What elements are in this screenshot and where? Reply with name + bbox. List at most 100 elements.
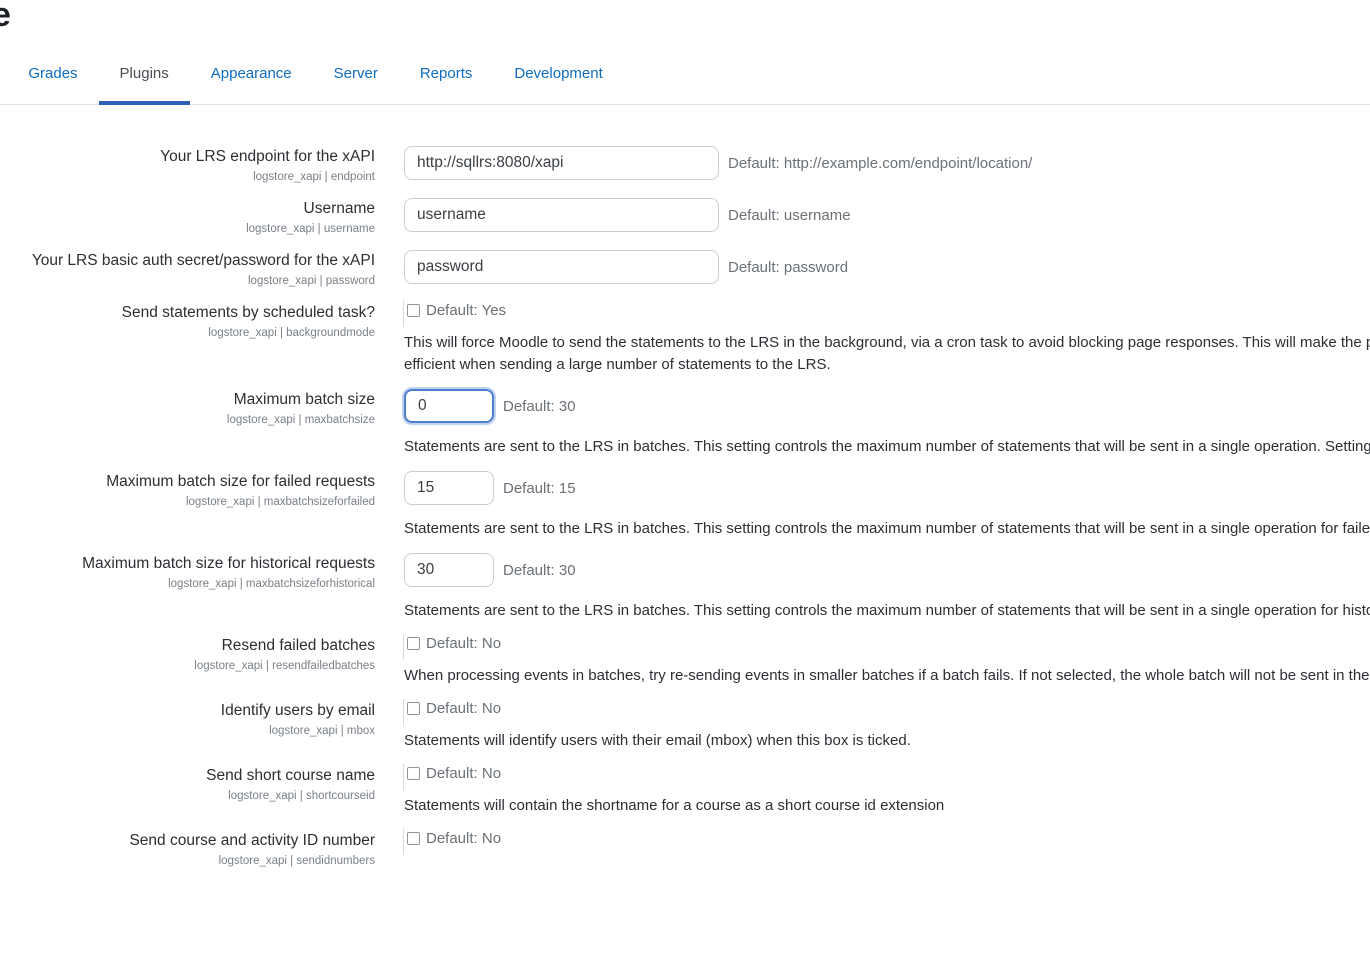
setting-row-username: Username logstore_xapi | username Default:… (0, 198, 1370, 237)
setting-row-endpoint: Your LRS endpoint for the xAPI logstore_x… (0, 146, 1370, 185)
checkbox-backgroundmode[interactable] (407, 304, 420, 317)
setting-key: logstore_xapi | maxbatchsizeforfailed (185, 496, 375, 508)
setting-control-line: Default: username (404, 198, 1370, 232)
setting-control-col: Default: No (375, 829, 1370, 855)
tab-server[interactable]: Server (313, 56, 399, 105)
checkbox-wrapper (403, 764, 420, 790)
tab-grades[interactable]: Grades (7, 56, 98, 105)
tab-development[interactable]: Development (493, 56, 623, 105)
setting-control-col: Default: username (375, 198, 1370, 232)
default-value-text: Default: password (728, 258, 849, 276)
checkbox-resendfailedbatches[interactable] (407, 637, 420, 650)
default-value-text: Default: No (426, 765, 502, 782)
setting-row-resendfailedbatches: Resend failed batches logstore_xapi | res… (0, 634, 1370, 687)
setting-control-col: Default: No Statements will contain the s… (375, 764, 1370, 817)
setting-key: logstore_xapi | password (248, 275, 375, 287)
setting-label-col: Send short course name logstore_xapi | sh… (0, 765, 375, 804)
setting-description: Statements will contain the shortname fo… (404, 797, 945, 814)
setting-label-col: Maximum batch size logstore_xapi | maxbat… (0, 389, 375, 428)
admin-settings-page: e rsesGradesPluginsAppearanceServerRepor… (0, 0, 1370, 967)
setting-control-line: Default: 15 (404, 471, 1370, 505)
tab-appearance[interactable]: Appearance (190, 56, 313, 105)
input-maxbatchsizeforfailed[interactable] (404, 471, 494, 505)
checkbox-sendidnumbers[interactable] (407, 832, 420, 845)
default-value-text: Default: No (426, 635, 502, 652)
setting-key: logstore_xapi | mbox (269, 725, 375, 737)
setting-label: Identify users by email (220, 702, 375, 719)
setting-row-maxbatchsize: Maximum batch size logstore_xapi | maxbat… (0, 389, 1370, 458)
input-maxbatchsizeforhistorical[interactable] (404, 553, 494, 587)
setting-row-maxbatchsizeforfailed: Maximum batch size for failed requests lo… (0, 471, 1370, 540)
default-value-text: Default: 15 (503, 479, 576, 497)
input-endpoint[interactable] (404, 146, 719, 180)
tab-plugins[interactable]: Plugins (98, 56, 190, 105)
setting-description: Statements are sent to the LRS in batche… (404, 602, 1370, 619)
tab-courses[interactable]: rses (0, 56, 7, 105)
setting-label: Send course and activity ID number (129, 832, 375, 849)
setting-label-col: Your LRS endpoint for the xAPI logstore_x… (0, 146, 375, 185)
default-value-text: Default: No (426, 700, 502, 717)
default-value-text: Default: No (426, 830, 502, 847)
setting-description: Statements are sent to the LRS in batche… (404, 520, 1370, 537)
setting-row-maxbatchsizeforhistorical: Maximum batch size for historical reques… (0, 553, 1370, 622)
checkbox-wrapper (403, 829, 420, 855)
setting-key: logstore_xapi | endpoint (253, 171, 375, 183)
row-spacer (0, 752, 1370, 765)
row-spacer (0, 185, 1370, 198)
row-spacer (0, 869, 1370, 882)
setting-description: Statements will identify users with thei… (404, 732, 911, 749)
setting-label-col: Resend failed batches logstore_xapi | res… (0, 635, 375, 674)
setting-control-col: Default: password (375, 250, 1370, 284)
setting-control-col: Default: Yes This will force Moodle to se… (375, 301, 1370, 376)
setting-label: Maximum batch size for failed requests (106, 473, 375, 490)
setting-key: logstore_xapi | username (246, 223, 375, 235)
setting-row-sendidnumbers: Send course and activity ID number logsto… (0, 829, 1370, 869)
setting-label-col: Username logstore_xapi | username (0, 198, 375, 237)
setting-row-password: Your LRS basic auth secret/password for … (0, 250, 1370, 289)
setting-label: Send statements by scheduled task? (121, 304, 375, 321)
default-value-text: Default: http://example.com/endpoint/loc… (728, 154, 1033, 172)
setting-key: logstore_xapi | maxbatchsizeforhistorica… (168, 578, 375, 590)
setting-row-mbox: Identify users by email logstore_xapi | m… (0, 699, 1370, 752)
setting-control-line: Default: password (404, 250, 1370, 284)
setting-control-line: Default: No (403, 699, 1370, 725)
setting-key: logstore_xapi | backgroundmode (208, 327, 375, 339)
setting-key: logstore_xapi | maxbatchsize (226, 414, 375, 426)
settings-form: Your LRS endpoint for the xAPI logstore_x… (0, 146, 1370, 882)
row-spacer (0, 687, 1370, 700)
setting-control-col: Default: 30 Statements are sent to the LR… (375, 389, 1370, 458)
setting-key: logstore_xapi | sendidnumbers (218, 855, 375, 867)
setting-label-col: Maximum batch size for historical reques… (0, 553, 375, 592)
setting-label: Maximum batch size (233, 391, 375, 408)
row-spacer (0, 622, 1370, 635)
setting-control-line: Default: 30 (404, 553, 1370, 587)
setting-control-line: Default: No (403, 764, 1370, 790)
setting-key: logstore_xapi | resendfailedbatches (194, 660, 375, 672)
tab-reports[interactable]: Reports (399, 56, 494, 105)
checkbox-wrapper (403, 301, 420, 327)
setting-control-line: Default: Yes (403, 301, 1370, 327)
admin-nav-tabs: rsesGradesPluginsAppearanceServerReports… (0, 56, 1370, 105)
input-username[interactable] (404, 198, 719, 232)
setting-label-col: Identify users by email logstore_xapi | m… (0, 700, 375, 739)
setting-row-backgroundmode: Send statements by scheduled task? logsto… (0, 301, 1370, 376)
setting-control-line: Default: No (403, 829, 1370, 855)
checkbox-mbox[interactable] (407, 702, 420, 715)
checkbox-shortcourseid[interactable] (407, 767, 420, 780)
setting-description: When processing events in batches, try r… (404, 667, 1370, 684)
default-value-text: Default: 30 (503, 397, 576, 415)
input-password[interactable] (404, 250, 719, 284)
setting-control-line: Default: http://example.com/endpoint/loc… (404, 146, 1370, 180)
input-maxbatchsize[interactable] (404, 389, 494, 423)
default-value-text: Default: Yes (426, 302, 507, 319)
checkbox-wrapper (403, 699, 420, 725)
setting-control-line: Default: No (403, 634, 1370, 660)
setting-control-line: Default: 30 (404, 389, 1370, 423)
setting-label-col: Your LRS basic auth secret/password for … (0, 250, 375, 289)
setting-row-shortcourseid: Send short course name logstore_xapi | sh… (0, 764, 1370, 817)
setting-control-col: Default: No When processing events in bat… (375, 634, 1370, 687)
checkbox-wrapper (403, 634, 420, 660)
setting-label: Maximum batch size for historical reques… (82, 555, 375, 572)
setting-control-col: Default: 30 Statements are sent to the LR… (375, 553, 1370, 622)
setting-control-col: Default: http://example.com/endpoint/loc… (375, 146, 1370, 180)
